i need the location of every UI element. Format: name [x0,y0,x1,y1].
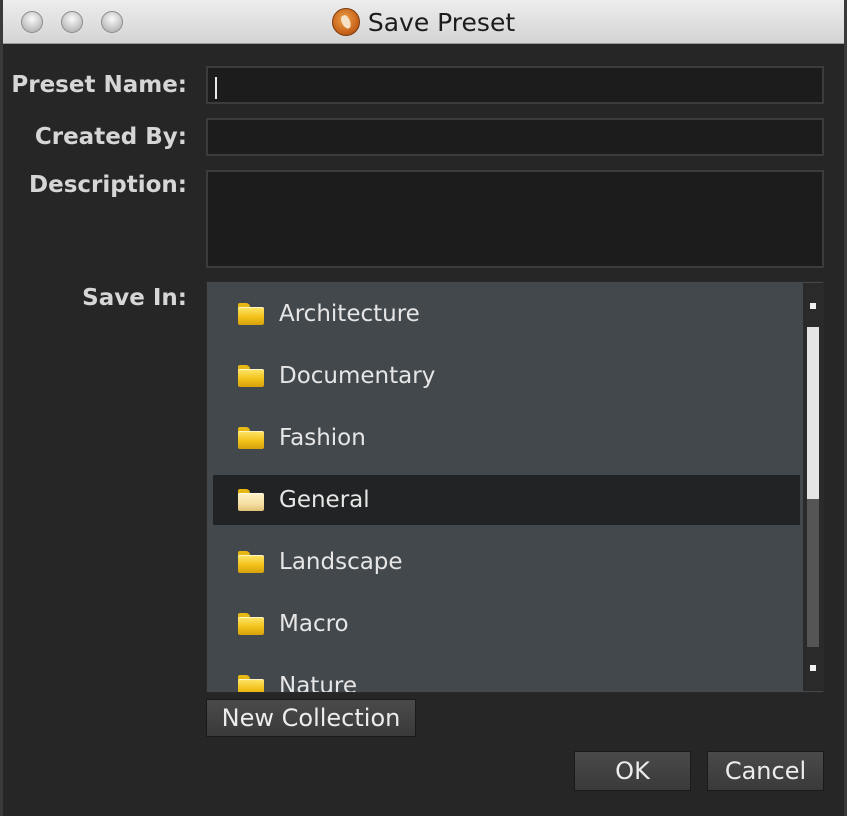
folder-icon [237,551,265,573]
list-item-general[interactable]: General [213,475,800,525]
list-item-fashion[interactable]: Fashion [213,413,800,463]
window-title-group: Save Preset [3,0,844,44]
list-item-label: Landscape [279,549,403,575]
description-label: Description: [29,172,187,198]
list-item-macro[interactable]: Macro [213,599,800,649]
list-item-label: General [279,487,370,513]
new-collection-button[interactable]: New Collection [206,699,416,737]
created-by-input[interactable] [206,118,824,156]
save-preset-dialog: Save Preset Preset Name: Created By: Des… [0,0,847,816]
scroll-down-arrow[interactable] [805,651,821,691]
save-in-label: Save In: [82,285,187,311]
scroll-up-arrow[interactable] [805,283,821,323]
cancel-button[interactable]: Cancel [707,751,824,791]
list-item-label: Macro [279,611,349,637]
list-item-nature[interactable]: Nature [213,661,800,693]
list-item-label: Nature [279,673,357,693]
list-item-documentary[interactable]: Documentary [213,351,800,401]
window-title: Save Preset [367,7,516,37]
created-by-label: Created By: [34,124,187,150]
folder-icon [237,303,265,325]
list-item-label: Fashion [279,425,366,451]
ok-button[interactable]: OK [574,751,691,791]
folder-icon [237,427,265,449]
folder-icon [237,365,265,387]
folder-open-icon [237,489,265,511]
title-bar[interactable]: Save Preset [3,0,844,44]
list-scrollbar[interactable] [803,283,823,691]
list-item-label: Architecture [279,301,420,327]
description-textarea[interactable] [206,170,824,268]
folder-icon [237,675,265,692]
app-icon [331,8,360,36]
preset-name-input[interactable] [206,66,824,104]
folder-icon [237,613,265,635]
list-item-label: Documentary [279,363,436,389]
list-item-landscape[interactable]: Landscape [213,537,800,587]
list-item-architecture[interactable]: Architecture [213,289,800,339]
text-caret [215,77,217,99]
save-in-list[interactable]: Architecture Documentary Fashion General… [206,281,824,693]
preset-name-label: Preset Name: [11,72,187,98]
scroll-thumb[interactable] [807,327,819,499]
